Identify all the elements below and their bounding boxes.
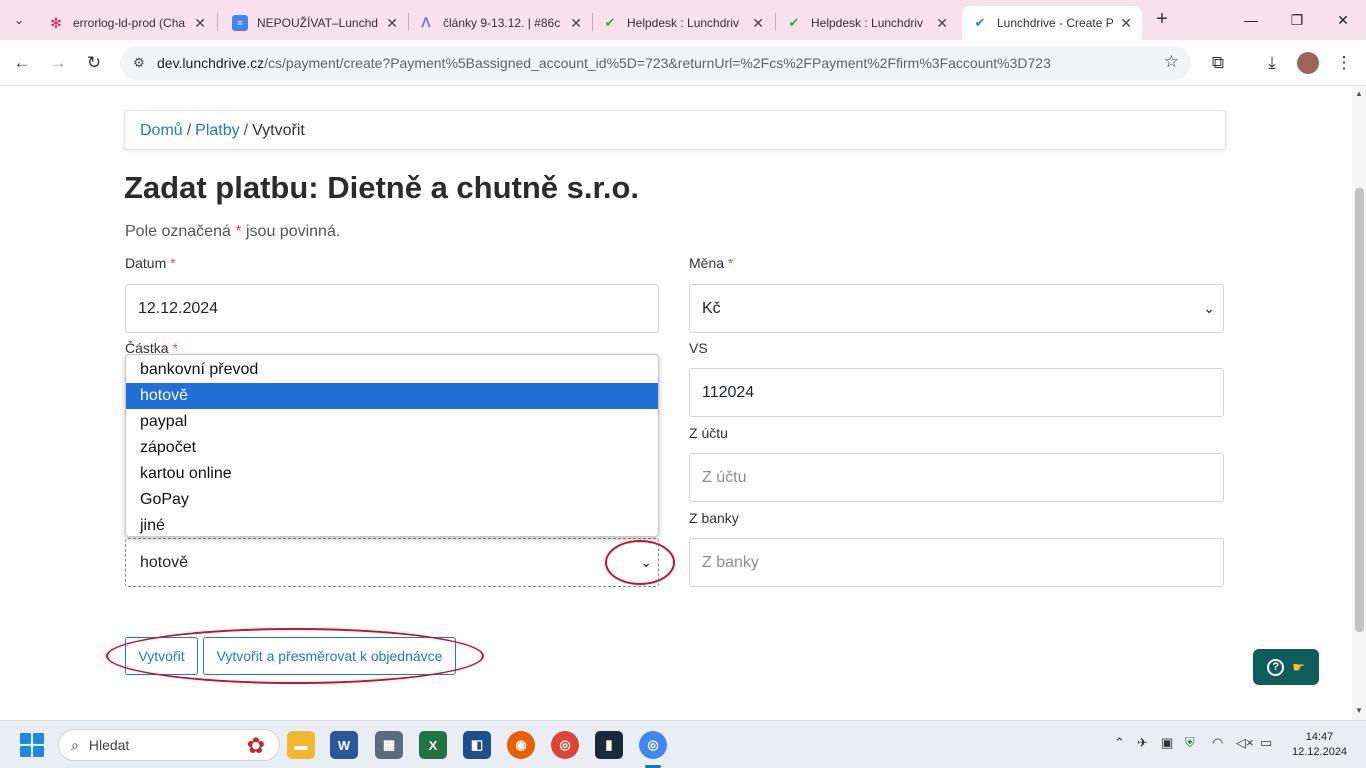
bookmark-star-icon[interactable]: ☆ — [1164, 52, 1179, 72]
page-scrollbar[interactable]: ▲ ▼ — [1352, 86, 1366, 720]
chevron-down-icon: ⌄ — [1203, 300, 1215, 316]
download-icon[interactable]: ⤓ — [1258, 49, 1286, 77]
browser-tab[interactable]: ᐱ články 9-13.12. | #86c ✕ — [408, 6, 592, 40]
vs-field[interactable]: 112024 — [689, 368, 1224, 417]
store-icon[interactable]: ◧ — [463, 731, 491, 759]
question-icon: ? — [1267, 658, 1285, 676]
poinsettia-icon: ✿ — [246, 733, 265, 758]
from-account-field[interactable]: Z účtu — [689, 453, 1224, 502]
vs-label: VS — [689, 340, 708, 356]
dropdown-option[interactable]: bankovní převod — [126, 357, 658, 383]
check-icon: ✔ — [974, 15, 986, 30]
tray-monitor-icon[interactable]: ▣ — [1161, 735, 1173, 751]
breadcrumb: Domů / Platby / Vytvořit — [124, 110, 1226, 150]
docs-icon: ≡ — [232, 15, 248, 31]
address-bar[interactable]: ⚙ dev.lunchdrive.cz/cs/payment/create?Pa… — [120, 46, 1191, 80]
stats-app-icon[interactable]: ▮ — [595, 731, 623, 759]
word-icon[interactable]: W — [330, 731, 358, 759]
restore-icon[interactable]: ❐ — [1274, 0, 1320, 40]
site-info-icon[interactable]: ⚙ — [129, 53, 149, 73]
forward-icon[interactable]: → — [44, 49, 72, 77]
close-tab-icon[interactable]: ✕ — [194, 15, 206, 32]
payment-type-select[interactable]: hotově ⌄ — [125, 538, 659, 587]
browser-tab[interactable]: ✔ Helpdesk : Lunchdriv ✕ — [776, 6, 958, 40]
date-field[interactable]: 12.12.2024 — [125, 284, 659, 333]
browser-tab-strip: ⌄ ✻ errorlog-ld-prod (Cha ✕ ≡ NEPOUŽÍVAT… — [0, 0, 1366, 40]
back-icon[interactable]: ← — [8, 49, 36, 77]
windows-start-icon[interactable] — [20, 733, 44, 757]
browser-tab[interactable]: ✔ Helpdesk : Lunchdriv ✕ — [592, 6, 774, 40]
speaker-muted-icon[interactable]: ◁× — [1236, 735, 1254, 751]
minimize-icon[interactable]: — — [1228, 0, 1274, 40]
dropdown-option[interactable]: zápočet — [126, 435, 658, 461]
currency-label: Měna * — [689, 255, 734, 271]
slack-icon: ✻ — [50, 14, 62, 31]
chrome-active-icon[interactable]: ◎ — [639, 731, 667, 759]
page-content: Domů / Platby / Vytvořit Zadat platbu: Dietn… — [0, 86, 1352, 720]
clickup-icon: ᐱ — [421, 15, 431, 30]
chevron-up-icon[interactable]: ⌃ — [1114, 735, 1125, 751]
browser-toolbar: ← → ↻ ⚙ dev.lunchdrive.cz/cs/payment/cre… — [0, 40, 1366, 86]
currency-select[interactable]: Kč ⌄ — [689, 284, 1224, 333]
close-tab-icon[interactable]: ✕ — [386, 15, 398, 32]
check-icon: ✔ — [788, 15, 800, 30]
battery-icon[interactable]: ▭ — [1260, 735, 1272, 751]
close-tab-icon[interactable]: ✕ — [1120, 15, 1132, 32]
required-note: Pole označená * jsou povinná. — [125, 223, 341, 240]
close-tab-icon[interactable]: ✕ — [936, 15, 948, 32]
taskbar-search[interactable]: ⌕ Hledat ✿ — [58, 729, 280, 761]
help-widget-button[interactable]: ? ☛ — [1253, 649, 1319, 685]
search-icon: ⌕ — [71, 736, 79, 753]
dropdown-option[interactable]: paypal — [126, 409, 658, 435]
create-and-redirect-button[interactable]: Vytvořit a přesměrovat k objednávce — [203, 637, 456, 675]
browser-tab-active[interactable]: ✔ Lunchdrive - Create P ✕ — [962, 6, 1142, 40]
scroll-down-icon[interactable]: ▼ — [1355, 706, 1363, 715]
extensions-icon[interactable]: ⧉ — [1204, 49, 1232, 77]
pointing-hand-icon: ☛ — [1292, 658, 1305, 675]
reload-icon[interactable]: ↻ — [80, 49, 108, 77]
dropdown-option[interactable]: kartou online — [126, 461, 658, 487]
date-label: Datum * — [125, 255, 176, 271]
new-tab-icon[interactable]: + — [1150, 8, 1174, 32]
breadcrumb-home-link[interactable]: Domů — [140, 122, 183, 139]
file-explorer-icon[interactable]: ▬ — [287, 731, 315, 759]
payment-type-dropdown: bankovní převod hotově paypal zápočet ka… — [125, 354, 659, 537]
breadcrumb-current: Vytvořit — [252, 122, 305, 139]
browser-menu-icon[interactable]: ⋮ — [1330, 49, 1358, 77]
page-title: Zadat platbu: Dietně a chutně s.r.o. — [124, 170, 640, 205]
chrome-icon[interactable]: ◎ — [551, 731, 579, 759]
from-bank-field[interactable]: Z banky — [689, 538, 1224, 587]
close-window-icon[interactable]: ✕ — [1320, 0, 1366, 40]
scrollbar-thumb[interactable] — [1355, 188, 1364, 632]
close-tab-icon[interactable]: ✕ — [570, 15, 582, 32]
tray-app-icon[interactable]: ✈ — [1137, 735, 1148, 751]
clock[interactable]: 14:47 12.12.2024 — [1292, 730, 1347, 760]
firefox-icon[interactable]: ◉ — [507, 731, 535, 759]
browser-tab[interactable]: ≡ NEPOUŽÍVAT–Lunchd ✕ — [222, 6, 408, 40]
excel-icon[interactable]: X — [419, 731, 447, 759]
scroll-up-icon[interactable]: ▲ — [1355, 89, 1363, 98]
dropdown-option[interactable]: jiné — [126, 513, 658, 539]
chevron-down-icon[interactable]: ⌄ — [640, 554, 652, 571]
close-tab-icon[interactable]: ✕ — [752, 15, 764, 32]
calculator-icon[interactable]: ▦ — [375, 731, 403, 759]
browser-tab[interactable]: ✻ errorlog-ld-prod (Cha ✕ — [38, 6, 216, 40]
check-icon: ✔ — [604, 15, 616, 30]
dropdown-option-selected[interactable]: hotově — [126, 383, 658, 409]
wifi-icon[interactable]: ◠ — [1212, 735, 1223, 751]
from-account-label: Z účtu — [689, 425, 728, 441]
security-shield-icon[interactable]: ⛨ — [1185, 735, 1195, 751]
windows-taskbar: ⌕ Hledat ✿ ▬ W ▦ X ◧ ◉ ◎ ▮ ◎ ⌃ ✈ ▣ ⛨ ◠ ◁… — [0, 720, 1366, 768]
url-text[interactable]: dev.lunchdrive.cz/cs/payment/create?Paym… — [157, 55, 1051, 71]
avatar[interactable] — [1294, 49, 1322, 77]
breadcrumb-payments-link[interactable]: Platby — [195, 122, 239, 139]
from-bank-label: Z banky — [689, 510, 739, 526]
tab-search-icon[interactable]: ⌄ — [6, 7, 32, 33]
dropdown-option[interactable]: GoPay — [126, 487, 658, 513]
create-button[interactable]: Vytvořit — [125, 637, 198, 675]
